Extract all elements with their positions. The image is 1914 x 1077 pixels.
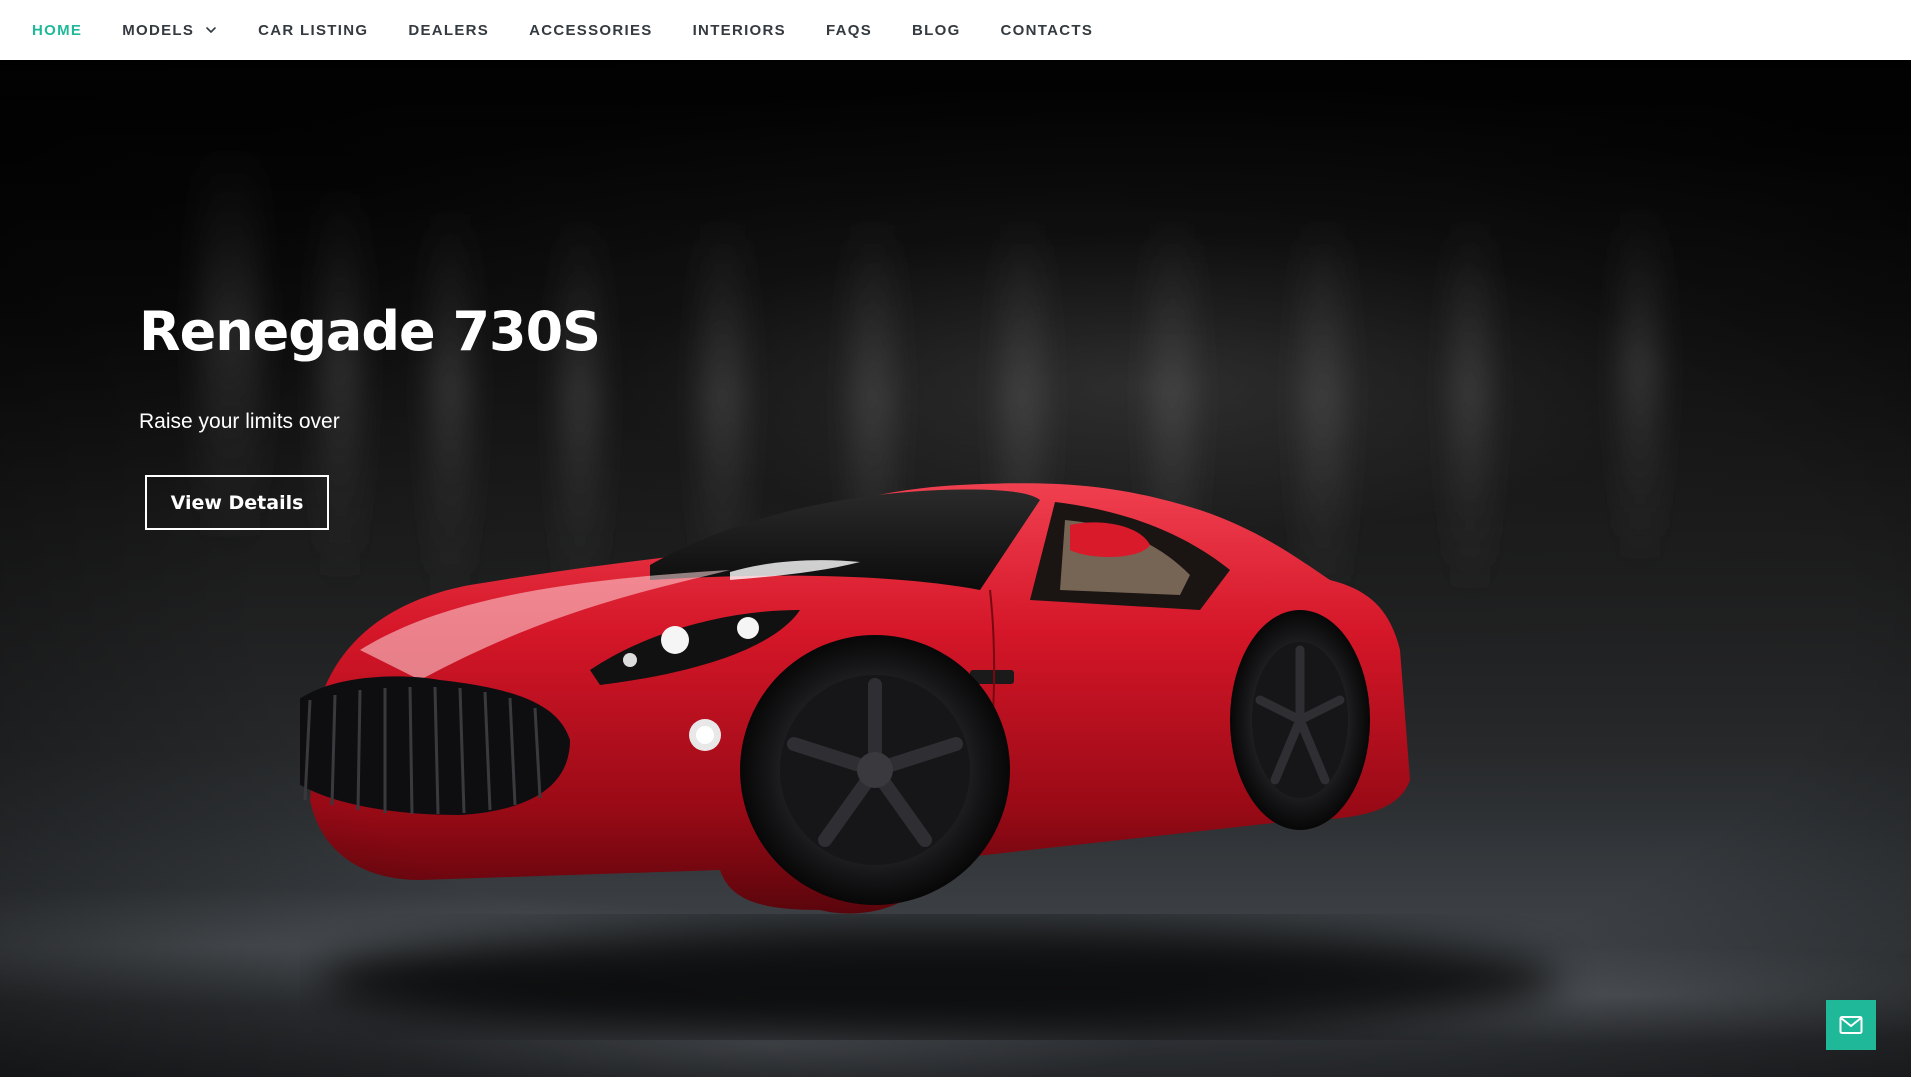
nav-item-models[interactable]: MODELS — [122, 22, 218, 39]
nav-item-dealers[interactable]: DEALERS — [408, 22, 489, 39]
nav-item-label: DEALERS — [408, 21, 490, 39]
nav-item-blog[interactable]: BLOG — [912, 22, 961, 39]
nav-item-faqs[interactable]: FAQS — [826, 22, 872, 39]
view-details-button[interactable]: View Details — [145, 475, 329, 530]
chevron-down-icon — [206, 27, 216, 33]
view-details-label: View Details — [170, 491, 304, 514]
main-navigation: HOME MODELS CAR LISTING DEALERS ACCESSOR… — [0, 0, 1914, 60]
nav-item-label: HOME — [32, 21, 83, 39]
nav-item-label: CAR LISTING — [258, 21, 369, 39]
page: HOME MODELS CAR LISTING DEALERS ACCESSOR… — [0, 0, 1914, 1077]
nav-item-label: MODELS — [122, 21, 195, 39]
nav-item-contacts[interactable]: CONTACTS — [1001, 22, 1094, 39]
hero-subtitle: Raise your limits over — [139, 410, 340, 433]
hero-banner: Renegade 730S Raise your limits over Vie… — [0, 60, 1911, 1077]
hero-title: Renegade 730S — [139, 300, 601, 363]
nav-item-car-listing[interactable]: CAR LISTING — [258, 22, 368, 39]
contact-mail-button[interactable] — [1826, 1000, 1876, 1050]
mail-icon — [1839, 1016, 1863, 1034]
nav-item-label: ACCESSORIES — [529, 21, 653, 39]
nav-item-label: BLOG — [912, 21, 961, 39]
nav-item-home[interactable]: HOME — [32, 22, 82, 39]
nav-item-accessories[interactable]: ACCESSORIES — [529, 22, 653, 39]
nav-item-label: FAQS — [825, 21, 873, 39]
nav-item-interiors[interactable]: INTERIORS — [693, 22, 786, 39]
nav-item-label: CONTACTS — [1000, 21, 1094, 39]
nav-item-label: INTERIORS — [692, 21, 786, 39]
hero-vignette — [0, 60, 1911, 1077]
